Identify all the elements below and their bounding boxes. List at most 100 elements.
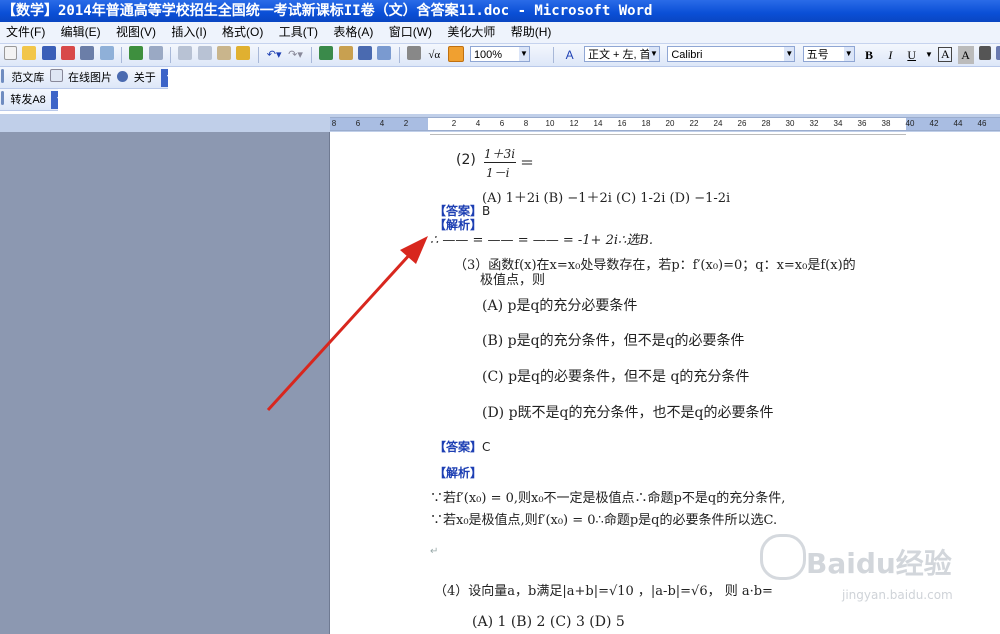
online-images-button[interactable]: 在线图片 [68, 69, 112, 87]
open-folder-icon[interactable] [22, 46, 37, 60]
ruler-tick: 4 [379, 119, 385, 128]
ruler-tick: 44 [953, 119, 963, 128]
tables-borders-icon[interactable] [338, 46, 353, 60]
ruler-tick: 40 [905, 119, 915, 128]
ruler-tick: 42 [929, 119, 939, 128]
toolbar-separator [310, 47, 312, 63]
ruler-tick: 18 [641, 119, 651, 128]
menu-bar: 文件(F) 编辑(E) 视图(V) 插入(I) 格式(O) 工具(T) 表格(A… [0, 22, 1000, 44]
watermark-url: jingyan.baidu.com [842, 588, 953, 602]
horizontal-ruler[interactable]: 8 6 4 2 2 4 6 8 10 12 14 16 18 20 22 24 … [330, 117, 1000, 131]
q2-number: (2) [456, 152, 476, 168]
font-size-select[interactable]: 五号 ▼ [802, 46, 855, 62]
answer-tag: 【答案】 [434, 440, 483, 454]
ruler-tick: 26 [737, 119, 747, 128]
ruler-tick: 16 [617, 119, 627, 128]
ruler-tick: 12 [569, 119, 579, 128]
menu-view[interactable]: 视图(V) [110, 22, 162, 43]
chevron-down-icon[interactable]: ▼ [648, 47, 659, 61]
menu-edit[interactable]: 编辑(E) [55, 22, 107, 43]
template-library-button[interactable]: 范文库 [11, 69, 44, 87]
drawing-icon[interactable] [447, 46, 464, 62]
watermark-brand: Baidu经验 [806, 547, 952, 580]
underline-button[interactable]: U [904, 46, 920, 64]
toolbar-separator [553, 47, 555, 63]
q4-stem: （4）设向量a，b满足|a+b|=√10 ，|a-b|=√6， 则 a·b= [434, 584, 773, 599]
zoom-select[interactable]: 100% ▼ [469, 46, 530, 62]
insert-table-icon[interactable] [357, 46, 372, 60]
addin-toolbar: 范文库 在线图片 关于 ▼ [0, 67, 168, 89]
toolbar-options-icon[interactable]: ▼ [51, 91, 58, 109]
styles-icon[interactable]: A [562, 46, 578, 64]
menu-beautify[interactable]: 美化大师 [441, 22, 501, 43]
answer-value: C [482, 440, 491, 454]
menu-file[interactable]: 文件(F) [0, 22, 51, 43]
menu-tools[interactable]: 工具(T) [273, 22, 324, 43]
save-icon[interactable] [41, 46, 56, 60]
q3-option-a: (A) p是q的充分必要条件 [482, 298, 638, 314]
toolbar-separator [170, 47, 172, 63]
spelling-icon[interactable] [129, 46, 144, 60]
image-icon [49, 69, 63, 82]
format-painter-icon[interactable] [236, 46, 251, 60]
analysis-2-text: ∴ —— = —— = —— = -1+ 2i∴选B. [430, 233, 653, 248]
q2-equals: ＝ [520, 156, 534, 172]
ruler-tick: 20 [665, 119, 675, 128]
ruler-tick: 30 [785, 119, 795, 128]
print-icon[interactable] [80, 46, 95, 60]
header-line [430, 134, 906, 135]
insert-excel-icon[interactable] [377, 46, 392, 60]
font-select[interactable]: Calibri ▼ [667, 46, 796, 62]
forward-a8-button[interactable]: 转发A8 [10, 91, 45, 109]
hyperlink-icon[interactable] [319, 46, 334, 60]
template-library-label: 范文库 [11, 72, 45, 84]
ruler-tick: 8 [523, 119, 529, 128]
char-scaling-icon[interactable] [978, 46, 991, 60]
chevron-down-icon[interactable]: ▼ [843, 47, 854, 61]
permission-icon[interactable] [61, 46, 76, 60]
cut-icon[interactable] [178, 46, 193, 60]
equation-icon[interactable]: √α [426, 46, 442, 64]
toolbar-separator [257, 47, 259, 63]
chevron-down-icon[interactable]: ▼ [518, 47, 529, 61]
analysis-3-line1: ∵若f′(x₀) = 0,则x₀不一定是极值点∴命题p不是q的充分条件, [430, 491, 786, 506]
print-preview-icon[interactable] [99, 46, 114, 60]
about-button[interactable]: 关于 [134, 69, 156, 87]
menu-format[interactable]: 格式(O) [216, 22, 269, 43]
menu-table[interactable]: 表格(A) [327, 22, 379, 43]
forward-a8-label: 转发A8 [10, 94, 46, 106]
chevron-down-icon[interactable]: ▼ [784, 47, 795, 61]
ruler-tick: 8 [331, 119, 337, 128]
paste-icon[interactable] [217, 46, 232, 60]
menu-window[interactable]: 窗口(W) [383, 22, 438, 43]
italic-button[interactable]: I [882, 46, 898, 64]
new-document-icon[interactable] [4, 46, 17, 60]
copy-icon[interactable] [197, 46, 212, 60]
style-select[interactable]: 正文 + 左, 首 ▼ [583, 46, 660, 62]
ruler-tick: 24 [713, 119, 723, 128]
q2-denominator: 1－i [486, 166, 510, 180]
ruler-tick: 10 [545, 119, 555, 128]
ruler-tick: 4 [475, 119, 481, 128]
undo-icon[interactable]: ↶▾ [266, 46, 282, 64]
bold-button[interactable]: B [861, 46, 877, 64]
char-shading-button[interactable]: A [957, 46, 974, 64]
ruler-tick: 6 [355, 119, 361, 128]
standard-toolbar: ↶▾ ↷▾ √α 100% ▼ A 正文 + 左, 首 ▼ Calibri ▼ 五号 ▼… [0, 44, 1000, 67]
q3-option-b: (B) p是q的充分条件，但不是q的必要条件 [482, 333, 745, 349]
font-size-value: 五号 [806, 49, 829, 61]
menu-help[interactable]: 帮助(H) [505, 22, 558, 43]
research-icon[interactable] [148, 46, 163, 60]
chevron-down-icon[interactable]: ▼ [925, 46, 933, 64]
char-border-button[interactable]: A [938, 47, 953, 62]
q3-stem-line2: 极值点，则 [480, 273, 546, 288]
q3-option-c: (C) p是q的必要条件，但不是 q的充分条件 [482, 369, 750, 385]
baidu-jingyan-watermark: Baidu经验 jingyan.baidu.com [760, 520, 990, 630]
font-value: Calibri [671, 49, 703, 61]
toolbar-options-icon[interactable]: ▼ [161, 69, 168, 87]
columns-icon[interactable] [406, 46, 421, 60]
redo-icon[interactable]: ↷▾ [288, 46, 304, 64]
align-icon[interactable] [996, 46, 1000, 60]
user-icon [117, 71, 129, 82]
menu-insert[interactable]: 插入(I) [165, 22, 212, 43]
